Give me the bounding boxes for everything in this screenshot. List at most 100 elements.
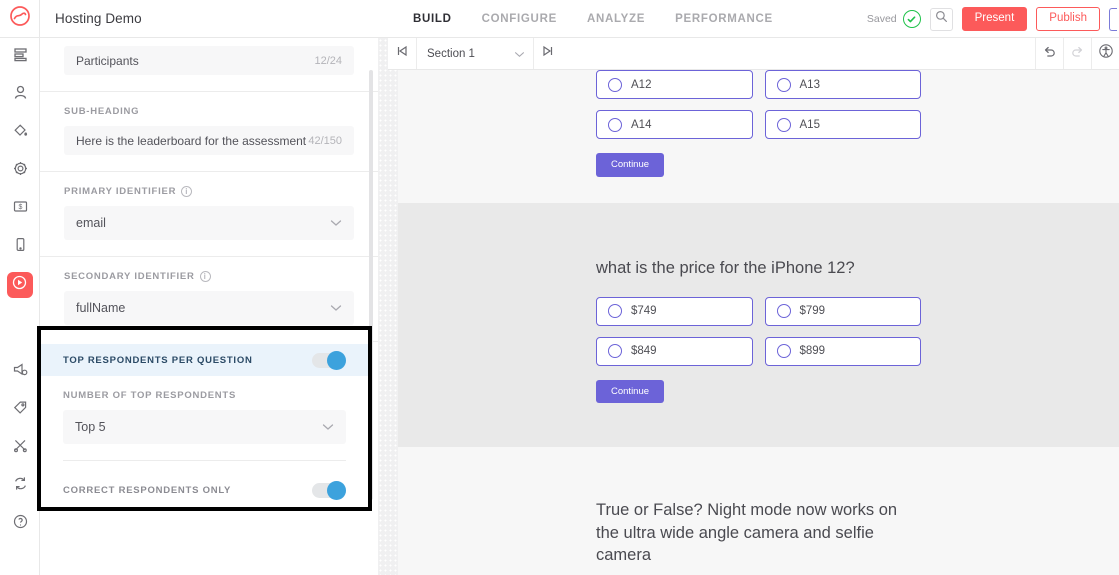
radio-icon — [608, 304, 622, 319]
sidebar-item-theme[interactable] — [0, 114, 40, 152]
search-button[interactable] — [929, 7, 953, 31]
correct-respondents-label: CORRECT RESPONDENTS ONLY — [63, 484, 232, 496]
number-of-top-respondents-select[interactable]: Top 5 — [63, 410, 346, 444]
tab-build[interactable]: BUILD — [413, 13, 452, 25]
option-item[interactable]: A15 — [764, 110, 921, 139]
radio-icon — [608, 117, 622, 132]
top-respondents-toggle-row[interactable]: TOP RESPONDENTS PER QUESTION — [41, 344, 368, 376]
question-section: True or False? Night mode now works on t… — [398, 447, 1119, 575]
gear-icon — [12, 160, 29, 182]
primary-identifier-section: PRIMARY IDENTIFIER i email — [40, 172, 378, 257]
present-button[interactable]: Present — [961, 7, 1028, 31]
skip-next-button[interactable] — [534, 38, 562, 69]
number-of-top-respondents-label: NUMBER OF TOP RESPONDENTS — [63, 390, 237, 401]
primary-identifier-value: email — [76, 216, 106, 230]
continue-button[interactable]: Continue — [596, 153, 665, 177]
brand-logo[interactable] — [0, 0, 40, 38]
participants-value: Participants — [76, 53, 139, 68]
option-item[interactable]: $749 — [596, 296, 753, 326]
accessibility-icon — [1098, 43, 1114, 64]
sidebar-item-settings[interactable] — [0, 152, 40, 190]
option-label: $899 — [799, 345, 826, 358]
top-respondents-highlight-region: TOP RESPONDENTS PER QUESTION NUMBER OF T… — [37, 326, 372, 511]
sidebar-item-monetization[interactable]: $ — [0, 190, 40, 228]
option-item[interactable]: $799 — [764, 296, 921, 326]
secondary-identifier-value: fullName — [76, 301, 126, 315]
question-title: what is the price for the iPhone 12? — [596, 258, 855, 277]
option-item[interactable]: A14 — [596, 110, 753, 139]
top-respondents-toggle[interactable] — [312, 350, 346, 370]
option-item[interactable]: A13 — [764, 70, 921, 99]
option-label: A14 — [631, 118, 652, 131]
option-item[interactable]: $899 — [764, 336, 921, 366]
radio-icon — [776, 77, 791, 92]
radio-icon — [776, 344, 791, 359]
correct-respondents-toggle-row[interactable]: CORRECT RESPONDENTS ONLY — [41, 474, 368, 506]
option-label: A13 — [799, 78, 820, 91]
correct-respondents-toggle[interactable] — [312, 480, 346, 500]
options-grid: A12 A13 A14 A15 — [596, 70, 921, 139]
tags-icon — [12, 399, 29, 421]
sidebar-item-present[interactable] — [6, 272, 33, 298]
question-section: what is the price for the iPhone 12? $74… — [398, 202, 1119, 448]
question-title: True or False? Night mode now works on t… — [596, 501, 898, 564]
section-select[interactable]: Section 1 — [416, 38, 534, 69]
sidebar-item-announcements[interactable] — [0, 353, 40, 391]
top-respondents-label: TOP RESPONDENTS PER QUESTION — [63, 354, 253, 366]
tab-performance[interactable]: PERFORMANCE — [675, 13, 773, 25]
secondary-identifier-select[interactable]: fullName — [64, 291, 354, 325]
option-item[interactable]: A12 — [596, 70, 753, 99]
sidebar-item-device-preview[interactable] — [0, 228, 40, 266]
skip-next-icon — [541, 44, 555, 63]
layers-icon — [12, 46, 29, 68]
scissors-icon — [12, 437, 29, 459]
mobile-device-icon — [12, 236, 29, 258]
megaphone-settings-icon — [12, 361, 29, 383]
tab-analyze[interactable]: ANALYZE — [587, 13, 645, 25]
brand-logo-icon — [9, 5, 31, 32]
option-item[interactable]: $849 — [596, 336, 753, 366]
overflow-button[interactable] — [1109, 7, 1117, 31]
number-of-top-respondents-section: NUMBER OF TOP RESPONDENTS Top 5 — [41, 376, 368, 461]
question-section: A12 A13 A14 A15 Continue — [398, 70, 1119, 203]
section-select-value: Section 1 — [427, 47, 475, 60]
sync-loop-icon — [12, 475, 29, 497]
toolbar-actions — [1035, 38, 1119, 69]
info-icon[interactable]: i — [199, 271, 211, 282]
canvas-toolbar: Section 1 — [388, 38, 1119, 70]
panel-canvas-seam — [378, 38, 398, 575]
sidebar-item-help[interactable] — [0, 505, 40, 543]
skip-previous-button[interactable] — [388, 38, 416, 69]
participants-counter: 12/24 — [314, 54, 342, 67]
subheading-label: SUB-HEADING — [64, 106, 140, 117]
undo-button[interactable] — [1035, 38, 1063, 69]
subheading-value: Here is the leaderboard for the assessme… — [76, 133, 307, 148]
chevron-down-icon — [322, 418, 334, 436]
sidebar-item-sync[interactable] — [0, 467, 40, 505]
redo-button[interactable] — [1063, 38, 1091, 69]
continue-button[interactable]: Continue — [596, 379, 665, 404]
slide-canvas[interactable]: A12 A13 A14 A15 Continue what is the pri… — [398, 70, 1119, 575]
sidebar-item-tags[interactable] — [0, 391, 40, 429]
tab-configure[interactable]: CONFIGURE — [482, 13, 557, 25]
sidebar-item-layers[interactable] — [0, 38, 40, 76]
subheading-counter: 42/150 — [308, 134, 342, 147]
option-label: A15 — [799, 118, 820, 131]
sidebar-item-audience[interactable] — [0, 76, 40, 114]
info-icon[interactable]: i — [181, 186, 193, 197]
options-grid: $749 $799 $849 $899 — [596, 296, 921, 366]
accessibility-button[interactable] — [1091, 38, 1119, 69]
primary-identifier-select[interactable]: email — [64, 206, 354, 240]
publish-button[interactable]: Publish — [1036, 7, 1100, 31]
subheading-section: SUB-HEADING Here is the leaderboard for … — [40, 92, 378, 172]
subheading-field[interactable]: Here is the leaderboard for the assessme… — [64, 126, 354, 155]
primary-identifier-label: PRIMARY IDENTIFIER i — [64, 186, 354, 197]
top-header: Hosting Demo BUILD CONFIGURE ANALYZE PER… — [0, 0, 1119, 38]
number-of-top-respondents-value: Top 5 — [75, 420, 106, 434]
participants-field[interactable]: Participants 12/24 — [64, 46, 354, 75]
secondary-identifier-label: SECONDARY IDENTIFIER i — [64, 271, 354, 282]
option-label: A12 — [631, 78, 652, 91]
help-icon — [12, 513, 29, 535]
play-icon — [11, 274, 28, 296]
sidebar-item-tools[interactable] — [0, 429, 40, 467]
